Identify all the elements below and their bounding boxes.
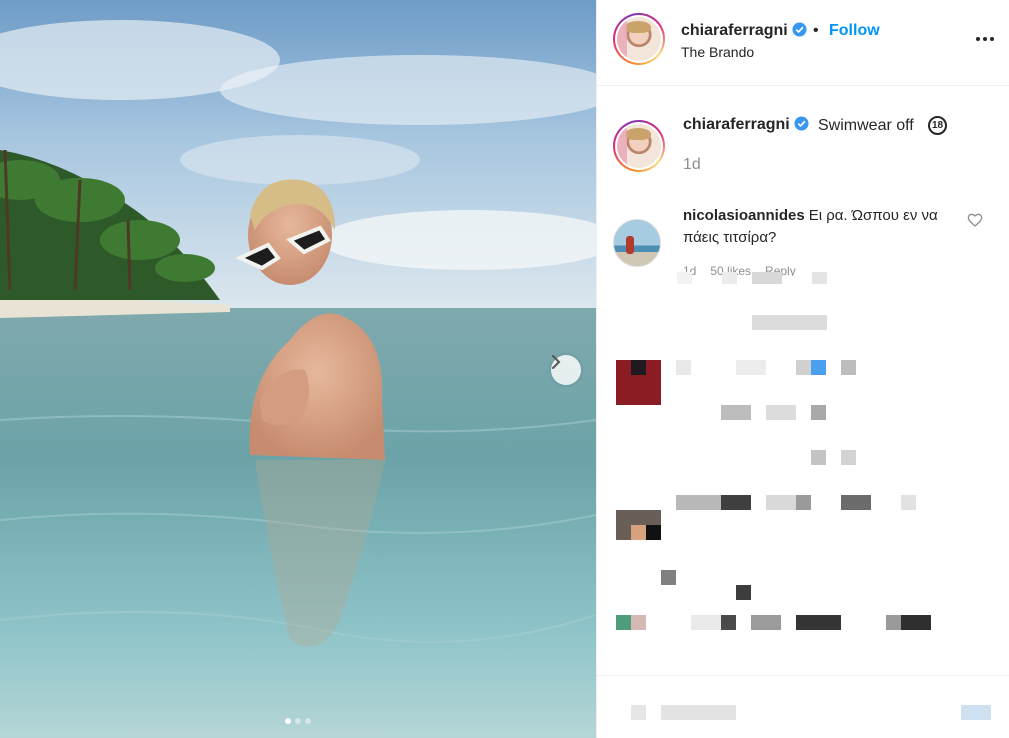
commenter-avatar[interactable]	[613, 219, 661, 267]
commenter-username[interactable]: nicolasioannides	[683, 207, 805, 224]
verified-badge-icon	[794, 116, 809, 131]
beach-photo-illustration	[0, 0, 596, 738]
more-options-icon[interactable]	[973, 27, 997, 51]
verified-badge-icon	[792, 22, 807, 37]
follow-button[interactable]: Follow	[829, 22, 880, 40]
post-header: chiaraferragni • Follow The Brando	[597, 0, 1009, 86]
caption-timestamp[interactable]: 1d	[683, 156, 701, 174]
carousel-dot	[305, 718, 311, 724]
caption-text: Swimwear off	[818, 117, 914, 134]
carousel-indicator	[0, 718, 596, 724]
caption-username-link[interactable]: chiaraferragni	[683, 116, 809, 134]
carousel-dot	[295, 718, 301, 724]
post-photo[interactable]	[0, 0, 596, 738]
comment-body: nicolasioannides Ει ρα. Ώσπου εν να πάεις…	[683, 205, 953, 249]
next-slide-button[interactable]	[551, 355, 581, 385]
author-avatar[interactable]	[613, 13, 665, 65]
heart-outline-icon[interactable]	[967, 212, 983, 228]
caption-author-avatar[interactable]	[613, 120, 665, 172]
caption-username: chiaraferragni	[683, 116, 790, 133]
chevron-right-icon	[552, 355, 561, 369]
post-side-panel: chiaraferragni • Follow The Brando chiar…	[596, 0, 1009, 738]
author-username: chiaraferragni	[681, 22, 788, 39]
carousel-dot-active	[285, 718, 291, 724]
age-18-badge: 18	[928, 116, 947, 135]
header-bullet: •	[813, 22, 819, 39]
pixelated-comments-area	[597, 272, 1009, 738]
location-link[interactable]: The Brando	[681, 44, 754, 60]
author-username-link[interactable]: chiaraferragni	[681, 22, 807, 40]
